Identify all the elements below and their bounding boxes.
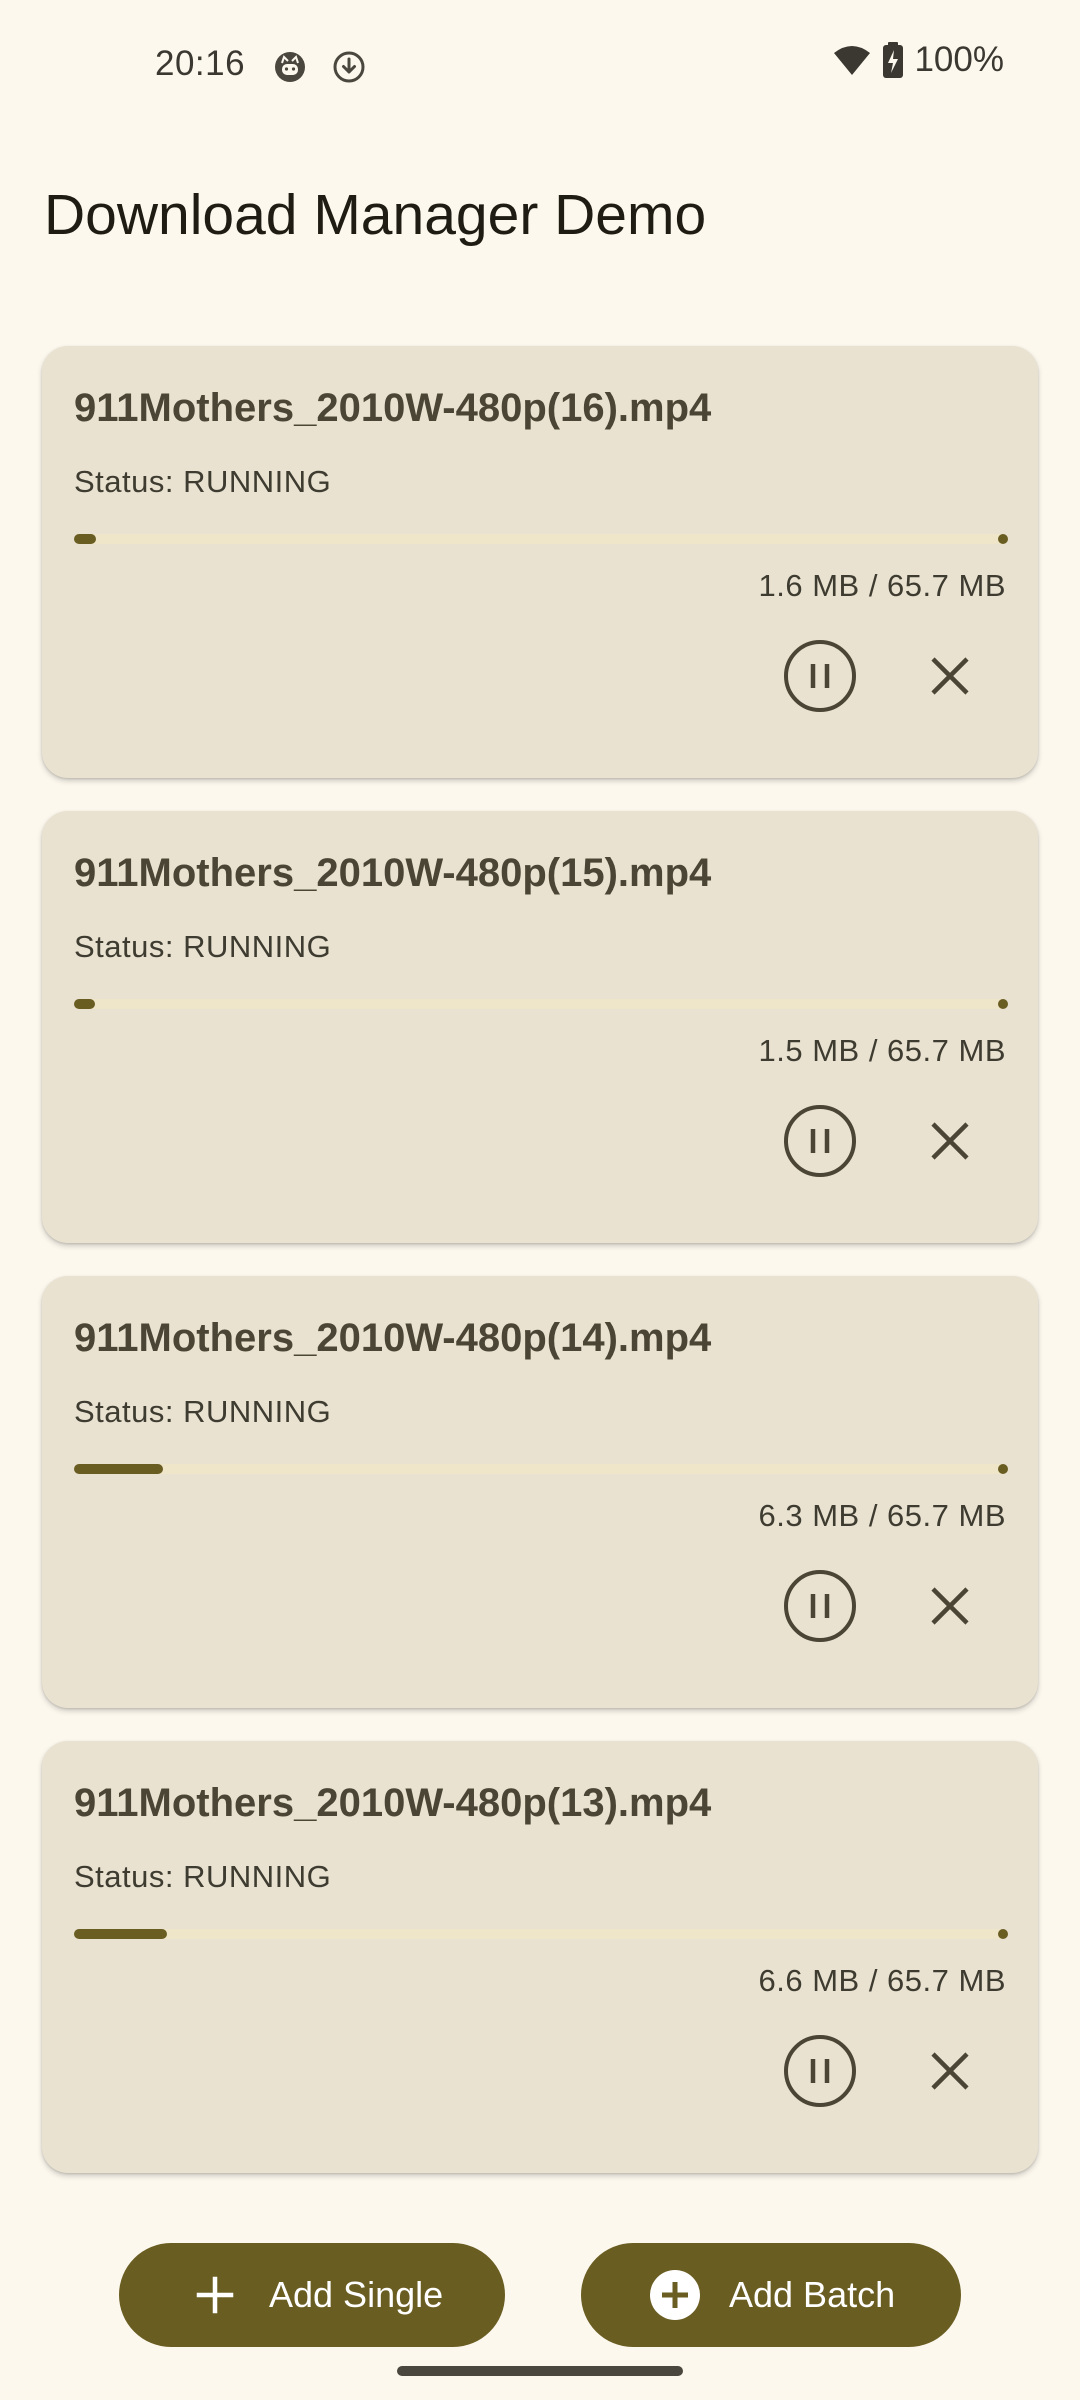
pause-circle-icon (784, 1570, 856, 1642)
status-time: 20:16 (155, 44, 246, 83)
close-icon (931, 2052, 969, 2090)
progress-end-dot (998, 1464, 1008, 1474)
progress-end-dot (998, 534, 1008, 544)
add-single-button[interactable]: Add Single (119, 2243, 505, 2347)
download-filename: 911Mothers_2010W-480p(14).mp4 (74, 1316, 712, 1360)
pause-circle-icon (784, 2035, 856, 2107)
download-progress-fill (74, 999, 95, 1009)
status-right-group: 100% (832, 40, 1004, 80)
status-bar: 20:16 100% (0, 0, 1080, 136)
progress-end-dot (998, 1929, 1008, 1939)
add-batch-label: Add Batch (729, 2274, 896, 2315)
download-status: Status: RUNNING (74, 929, 332, 964)
progress-end-dot (998, 999, 1008, 1009)
download-filename: 911Mothers_2010W-480p(16).mp4 (74, 386, 712, 430)
cancel-button[interactable] (910, 636, 990, 716)
battery-charging-icon (883, 42, 904, 78)
download-status: Status: RUNNING (74, 464, 332, 499)
download-progress-bar (74, 1929, 1008, 1939)
download-card: 911Mothers_2010W-480p(16).mp4 Status: RUN… (42, 346, 1038, 778)
download-size: 1.6 MB / 65.7 MB (758, 568, 1006, 603)
download-size: 6.6 MB / 65.7 MB (758, 1963, 1006, 1998)
pause-button[interactable] (780, 1101, 860, 1181)
pause-button[interactable] (780, 1566, 860, 1646)
battery-percent: 100% (914, 40, 1004, 79)
cat-face-icon (275, 52, 305, 82)
download-icon (333, 51, 365, 83)
download-card: 911Mothers_2010W-480p(13).mp4 Status: RUN… (42, 1741, 1038, 2173)
wifi-icon (834, 46, 871, 75)
pause-button[interactable] (780, 636, 860, 716)
download-status: Status: RUNNING (74, 1859, 332, 1894)
download-progress-fill (74, 1464, 163, 1474)
download-progress-bar (74, 534, 1008, 544)
download-progress-fill (74, 534, 96, 544)
download-progress-fill (74, 1929, 167, 1939)
cancel-button[interactable] (910, 2031, 990, 2111)
download-size: 6.3 MB / 65.7 MB (758, 1498, 1006, 1533)
download-filename: 911Mothers_2010W-480p(13).mp4 (74, 1781, 712, 1825)
download-size: 1.5 MB / 65.7 MB (758, 1033, 1006, 1068)
page-title: Download Manager Demo (44, 183, 707, 247)
add-single-label: Add Single (269, 2274, 444, 2315)
add-batch-button[interactable]: Add Batch (581, 2243, 961, 2347)
cancel-button[interactable] (910, 1101, 990, 1181)
cancel-button[interactable] (910, 1566, 990, 1646)
download-card: 911Mothers_2010W-480p(15).mp4 Status: RUN… (42, 811, 1038, 1243)
download-progress-bar (74, 999, 1008, 1009)
pause-circle-icon (784, 1105, 856, 1177)
home-indicator[interactable] (397, 2366, 683, 2376)
download-card: 911Mothers_2010W-480p(14).mp4 Status: RUN… (42, 1276, 1038, 1708)
close-icon (931, 1122, 969, 1160)
add-circle-icon (649, 2269, 701, 2321)
pause-circle-icon (784, 640, 856, 712)
download-filename: 911Mothers_2010W-480p(15).mp4 (74, 851, 712, 895)
pause-button[interactable] (780, 2031, 860, 2111)
download-status: Status: RUNNING (74, 1394, 332, 1429)
close-icon (931, 1587, 969, 1625)
close-icon (931, 657, 969, 695)
plus-icon (189, 2269, 241, 2321)
download-progress-bar (74, 1464, 1008, 1474)
